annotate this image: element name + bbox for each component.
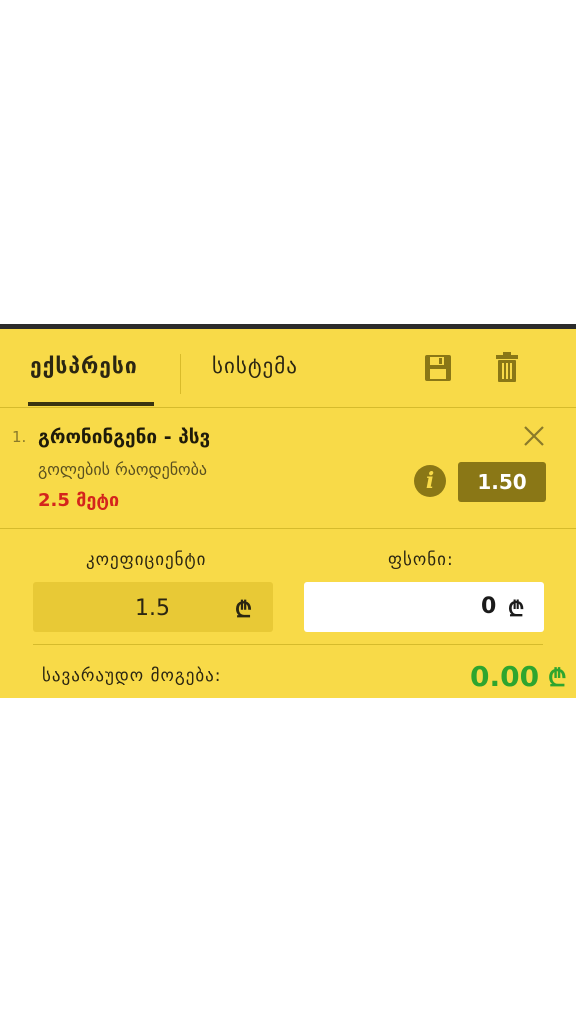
win-divider [33,644,543,645]
lari-icon: ₾ [548,664,567,692]
tab-divider [180,354,181,394]
betslip-panel: ექსპრესი სისტემა 1. გრონინგენი - პსვ გოლ… [0,324,576,698]
odds-badge[interactable]: 1.50 [458,462,546,502]
lari-icon: ₾ [508,597,525,621]
lari-icon: ₾ [235,598,252,623]
bet-event-title: გრონინგენი - პსვ [38,426,211,448]
trash-icon[interactable] [496,352,518,382]
bet-number: 1. [12,428,27,446]
potential-win-label: სავარაუდო მოგება: [42,666,222,686]
potential-win-value: 0.00 [470,660,540,693]
coefficient-value: 1.5 [135,596,170,621]
tab-system[interactable]: სისტემა [212,354,332,402]
active-tab-indicator [28,402,154,406]
bet-market: გოლების რაოდენობა [38,460,208,479]
stake-label: ფსონი: [388,550,454,570]
info-icon[interactable]: i [414,465,446,497]
header-divider [0,407,576,408]
bet-outcome: 2.5 მეტი [38,490,120,511]
close-icon[interactable] [522,424,546,448]
bet-divider [0,528,576,529]
coefficient-label: კოეფიციენტი [86,550,207,570]
top-border [0,324,576,329]
tab-express[interactable]: ექსპრესი [30,354,154,402]
save-icon[interactable] [424,354,452,382]
stake-value[interactable]: 0 [481,594,496,619]
